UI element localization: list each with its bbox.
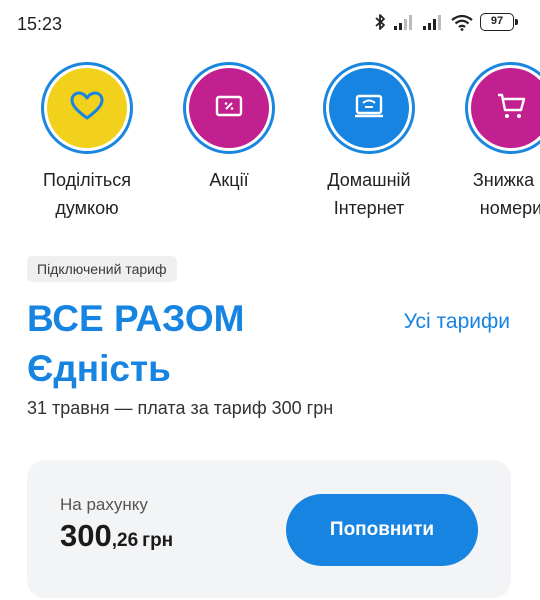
- shortcut-home-internet[interactable]: Домашній Інтернет: [299, 62, 439, 222]
- status-icons: 97: [374, 13, 518, 31]
- signal-icon: [393, 14, 415, 30]
- balance-caption: На рахунку: [60, 495, 148, 514]
- shortcut-number-discount[interactable]: Знижка н номери: [441, 62, 540, 222]
- plan-subname: Єдність: [27, 348, 171, 389]
- plan-payment-info: 31 травня — плата за тариф 300 грн: [27, 398, 334, 418]
- status-time: 15:23: [17, 14, 63, 34]
- signal-icon: [422, 14, 444, 30]
- coupon-icon: [215, 95, 243, 122]
- balance-currency: грн: [142, 530, 174, 551]
- wifi-icon: [451, 14, 473, 31]
- shortcut-label: Поділіться думкою: [43, 170, 131, 218]
- bluetooth-icon: [374, 13, 386, 31]
- heart-icon: [70, 91, 104, 126]
- cart-icon: [496, 92, 526, 125]
- topup-button[interactable]: Поповнити: [286, 494, 478, 566]
- all-plans-link[interactable]: Усі тарифи: [404, 310, 510, 334]
- router-icon: [354, 94, 384, 123]
- balance-amount-fraction: ,26: [111, 530, 139, 551]
- status-bar: 15:23 97: [0, 0, 540, 48]
- shortcut-label: Знижка н номери: [472, 170, 540, 218]
- shortcuts-row: Поділіться думкою Акції Домашній Інтерне…: [0, 62, 540, 232]
- balance-card: На рахунку 300,26 грн Поповнити: [27, 460, 511, 598]
- connected-plan-tag: Підключений тариф: [27, 256, 177, 282]
- balance-amount-main: 300: [60, 518, 112, 553]
- shortcut-label: Домашній Інтернет: [327, 170, 411, 218]
- shortcut-feedback[interactable]: Поділіться думкою: [17, 62, 157, 222]
- battery-icon: 97: [480, 13, 518, 31]
- plan-name: ВСЕ РАЗОМ: [27, 298, 245, 339]
- shortcut-label: Акції: [209, 170, 249, 190]
- shortcut-promotions[interactable]: Акції: [159, 62, 299, 194]
- balance-amount: 300,26 грн: [60, 518, 173, 554]
